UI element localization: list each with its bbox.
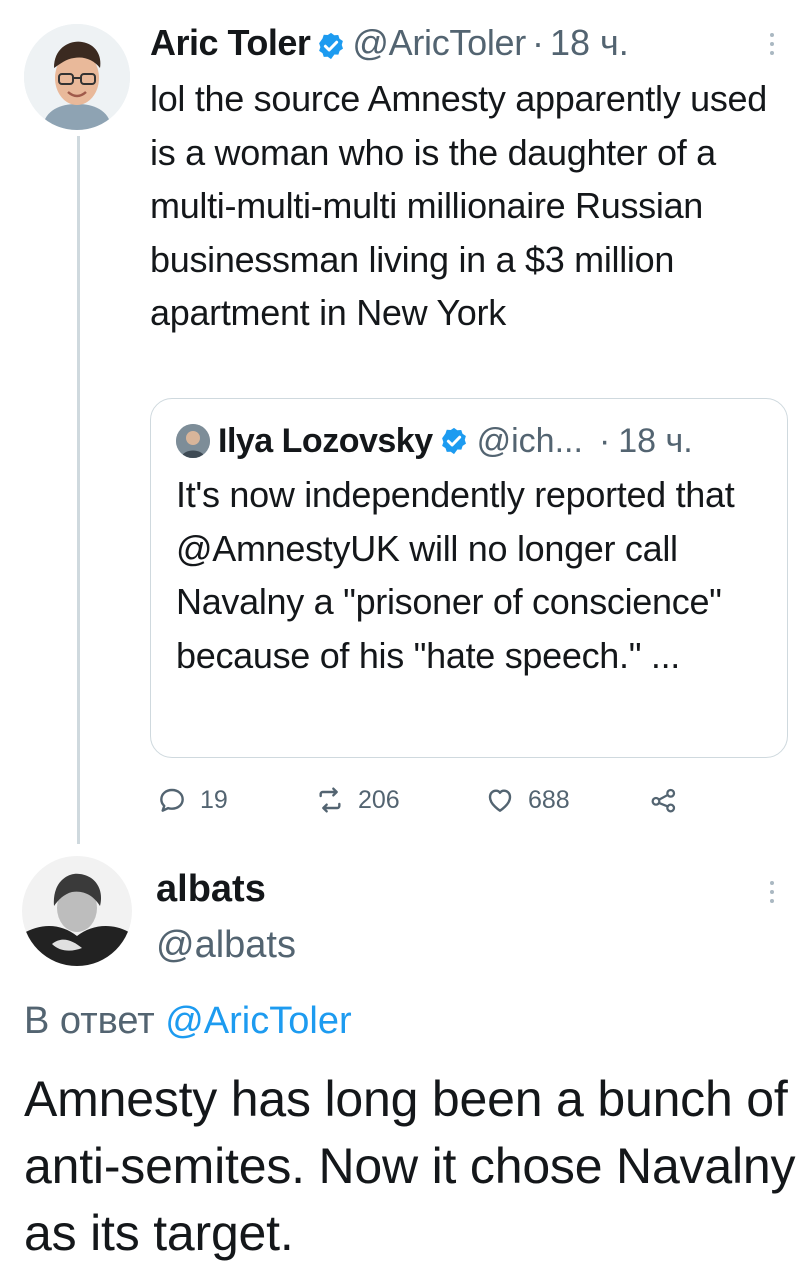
quoted-tweet-header: Ilya Lozovsky @ich... · 18 ч. xyxy=(176,416,693,466)
share-button[interactable] xyxy=(648,778,680,822)
author-name[interactable]: albats xyxy=(156,868,266,911)
thread-connector-line xyxy=(77,136,80,844)
verified-badge-icon xyxy=(316,28,346,60)
reply-button[interactable]: 19 xyxy=(156,778,228,822)
quoted-tweet-text: It's now independently reported that @Am… xyxy=(176,474,735,676)
tweet-text: Amnesty has long been a bunch of anti-se… xyxy=(24,1071,796,1261)
like-button[interactable]: 688 xyxy=(484,778,570,822)
reply-icon xyxy=(160,788,184,812)
retweet-icon xyxy=(319,787,341,813)
avatar[interactable] xyxy=(24,24,130,130)
quoted-tweet-timestamp: 18 ч. xyxy=(618,421,693,460)
quoted-author-avatar xyxy=(176,424,210,458)
separator-dot: · xyxy=(531,22,544,63)
avatar-aric-toler-icon xyxy=(24,24,130,130)
reply-prefix: В ответ xyxy=(24,1000,155,1042)
tweet-timestamp[interactable]: 18 ч. xyxy=(550,22,629,64)
reply-count: 19 xyxy=(200,785,228,814)
quoted-author-name[interactable]: Ilya Lozovsky xyxy=(218,422,433,461)
reply-context: В ответ @AricToler xyxy=(24,1000,352,1043)
separator-dot: · xyxy=(598,421,611,460)
retweet-count: 206 xyxy=(358,785,400,814)
author-name[interactable]: Aric Toler xyxy=(150,22,311,64)
share-icon xyxy=(651,788,676,813)
reply-mention-link[interactable]: @AricToler xyxy=(165,1000,351,1042)
tweet-header: Aric Toler @AricToler · 18 ч. xyxy=(150,18,629,68)
avatar-albats-icon xyxy=(22,856,132,966)
quoted-author-handle: @ich... xyxy=(476,421,583,460)
more-options-icon[interactable] xyxy=(762,876,782,912)
more-options-icon[interactable] xyxy=(762,28,782,64)
retweet-button[interactable]: 206 xyxy=(314,778,400,822)
heart-icon xyxy=(488,789,512,812)
author-handle[interactable]: @albats xyxy=(156,924,296,967)
verified-badge-icon xyxy=(439,426,469,456)
like-count: 688 xyxy=(528,785,570,814)
avatar[interactable] xyxy=(22,856,132,966)
tweet-action-bar: 19 206 688 xyxy=(156,778,716,822)
author-handle[interactable]: @AricToler xyxy=(352,22,526,64)
tweet-text: lol the source Amnesty apparently used i… xyxy=(150,78,767,333)
